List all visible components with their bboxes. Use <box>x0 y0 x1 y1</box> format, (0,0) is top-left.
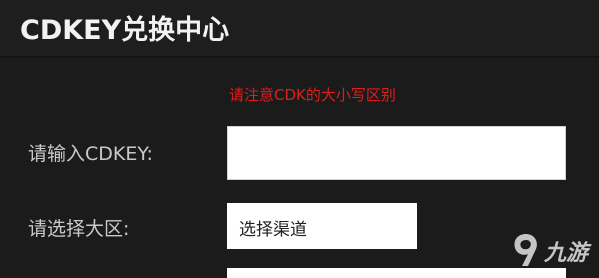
page-title: CDKEY兑换中心 <box>20 15 230 46</box>
cdkey-label: 请输入CDKEY: <box>28 143 153 165</box>
header-bar: CDKEY兑换中心 <box>0 0 599 56</box>
9game-logo-icon <box>514 234 537 266</box>
watermark-logo: 九游 <box>508 228 596 272</box>
region-label: 请选择大区: <box>28 218 130 240</box>
channel-select[interactable]: 选择渠道 <box>227 203 417 249</box>
watermark-text: 九游 <box>544 241 589 266</box>
cdkey-input[interactable] <box>227 126 566 180</box>
case-warning-text: 请注意CDK的大小写区别 <box>229 86 396 104</box>
channel-select-value: 选择渠道 <box>239 220 307 240</box>
